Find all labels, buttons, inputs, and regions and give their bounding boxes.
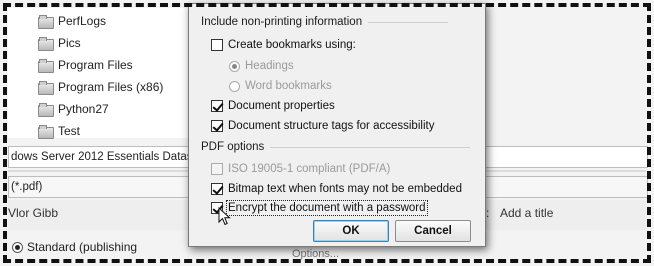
folder-list: PerfLogs Pics Program Files Program File…: [8, 8, 190, 140]
checkbox-label: Create bookmarks using:: [228, 39, 356, 51]
save-as-window: PerfLogs Pics Program Files Program File…: [0, 0, 654, 266]
radio-icon: [12, 241, 23, 253]
folder-icon: [38, 37, 54, 51]
checkbox-icon: [211, 163, 223, 175]
folder-label: Program Files (x86): [58, 80, 164, 94]
radio-label: Word bookmarks: [245, 80, 332, 92]
word-bookmarks-radio[interactable]: Word bookmarks: [229, 80, 332, 92]
group-rule: [368, 21, 449, 23]
folder-label: Program Files: [58, 58, 133, 72]
optimize-standard-option[interactable]: Standard (publishing: [12, 240, 137, 254]
folder-icon: [38, 59, 54, 73]
checkbox-label: Document structure tags for accessibilit…: [228, 120, 435, 132]
folder-item[interactable]: Program Files (x86): [38, 78, 163, 96]
checkbox-icon: [211, 183, 223, 195]
save-as-type-value: (*.pdf): [11, 181, 43, 193]
checkbox-label: Bitmap text when fonts may not be embedd…: [228, 183, 462, 195]
folder-item[interactable]: PerfLogs: [38, 12, 106, 30]
authors-value[interactable]: Vlor Gibb: [8, 206, 58, 220]
folder-item[interactable]: Program Files: [38, 56, 133, 74]
tags-input[interactable]: Add a title: [500, 206, 553, 220]
group-rule: [270, 146, 471, 148]
checkbox-icon: [211, 39, 223, 51]
create-bookmarks-checkbox[interactable]: Create bookmarks using:: [211, 39, 356, 51]
checkbox-label: Document properties: [228, 100, 335, 112]
options-button[interactable]: Options...: [292, 248, 339, 260]
folder-item[interactable]: Python27: [38, 100, 109, 118]
checkbox-icon: [211, 120, 223, 132]
folder-label: Python27: [58, 102, 109, 116]
folder-label: PerfLogs: [58, 14, 107, 28]
group-title-text: Include non-printing information: [201, 16, 363, 28]
radio-label: Headings: [245, 60, 294, 72]
folder-item[interactable]: Test: [38, 122, 80, 140]
pdf-options-group-title: PDF options: [201, 141, 471, 153]
structure-tags-checkbox[interactable]: Document structure tags for accessibilit…: [211, 120, 434, 132]
encrypt-checkbox[interactable]: Encrypt the document with a password: [211, 200, 428, 216]
bitmap-text-checkbox[interactable]: Bitmap text when fonts may not be embedd…: [211, 183, 462, 195]
document-properties-checkbox[interactable]: Document properties: [211, 100, 335, 112]
file-name-value: dows Server 2012 Essentials Datas: [11, 151, 193, 163]
options-dialog: Include non-printing information Create …: [188, 3, 486, 247]
folder-icon: [38, 81, 54, 95]
folder-item[interactable]: Pics: [38, 34, 81, 52]
folder-icon: [38, 103, 54, 117]
folder-label: Test: [58, 124, 81, 138]
iso-compliant-checkbox[interactable]: ISO 19005-1 compliant (PDF/A): [211, 163, 390, 175]
folder-label: Pics: [58, 36, 81, 50]
folder-icon: [38, 15, 54, 29]
ok-button[interactable]: OK: [313, 220, 389, 242]
headings-radio[interactable]: Headings: [229, 60, 294, 72]
group-title-text: PDF options: [201, 141, 265, 153]
checkbox-label: ISO 19005-1 compliant (PDF/A): [228, 163, 391, 175]
radio-icon: [229, 60, 240, 72]
optimize-standard-label: Standard (publishing: [27, 240, 138, 254]
cancel-button[interactable]: Cancel: [395, 220, 471, 242]
checkbox-label: Encrypt the document with a password: [226, 200, 428, 216]
mouse-cursor-icon: [218, 207, 231, 226]
non-printing-group-title: Include non-printing information: [201, 16, 449, 28]
checkbox-icon: [211, 100, 223, 112]
radio-icon: [229, 80, 240, 92]
folder-icon: [38, 125, 54, 139]
